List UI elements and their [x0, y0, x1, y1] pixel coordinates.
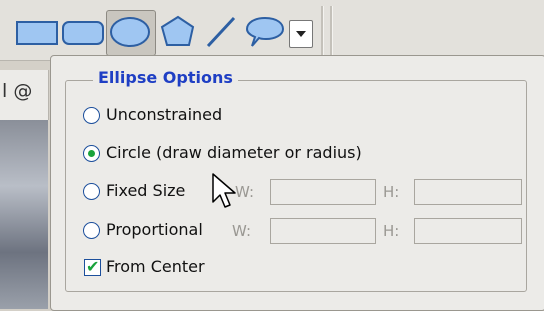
rectangle-shape-icon[interactable]	[16, 18, 60, 48]
polygon-shape-icon[interactable]	[158, 14, 198, 50]
custom-shape-icon[interactable]	[244, 14, 286, 50]
document-tab[interactable]: l @	[0, 70, 49, 120]
panel-title: Ellipse Options	[93, 68, 238, 88]
from-center-label[interactable]: From Center	[106, 257, 205, 277]
proportional-height-field[interactable]	[414, 218, 522, 244]
circle-label[interactable]: Circle (draw diameter or radius)	[106, 143, 362, 163]
ellipse-options-panel: Ellipse Options Unconstrained Circle (dr…	[50, 55, 544, 311]
proportional-radio[interactable]	[83, 222, 100, 239]
document-tab-label: l @	[2, 80, 33, 102]
fixed-size-height-field[interactable]	[414, 179, 522, 205]
ellipse-shape-icon	[110, 17, 150, 47]
mouse-pointer-icon	[212, 173, 236, 208]
toolbar-divider	[330, 6, 333, 56]
fixed-size-radio[interactable]	[83, 183, 100, 200]
chevron-down-icon	[296, 31, 306, 37]
from-center-checkbox[interactable]: ✔	[84, 257, 101, 276]
fixed-size-width-field[interactable]	[270, 179, 376, 205]
proportional-height-label: H:	[383, 222, 400, 240]
line-shape-icon[interactable]	[202, 14, 238, 50]
checkmark-icon: ✔	[86, 257, 100, 276]
fixed-size-label[interactable]: Fixed Size	[106, 181, 185, 201]
ellipse-tool-button[interactable]	[106, 10, 156, 56]
unconstrained-label[interactable]: Unconstrained	[106, 105, 222, 125]
rounded-rectangle-shape-icon[interactable]	[62, 18, 106, 48]
toolbar-divider	[321, 6, 324, 56]
proportional-label[interactable]: Proportional	[106, 220, 203, 240]
proportional-width-field[interactable]	[270, 218, 376, 244]
proportional-width-label: W:	[232, 222, 252, 240]
shape-options-dropdown-button[interactable]	[289, 20, 313, 48]
unconstrained-radio[interactable]	[83, 107, 100, 124]
shape-toolbar	[0, 0, 544, 61]
circle-radio[interactable]	[83, 145, 100, 162]
fixed-size-height-label: H:	[383, 183, 400, 201]
document-canvas-image	[0, 120, 48, 309]
